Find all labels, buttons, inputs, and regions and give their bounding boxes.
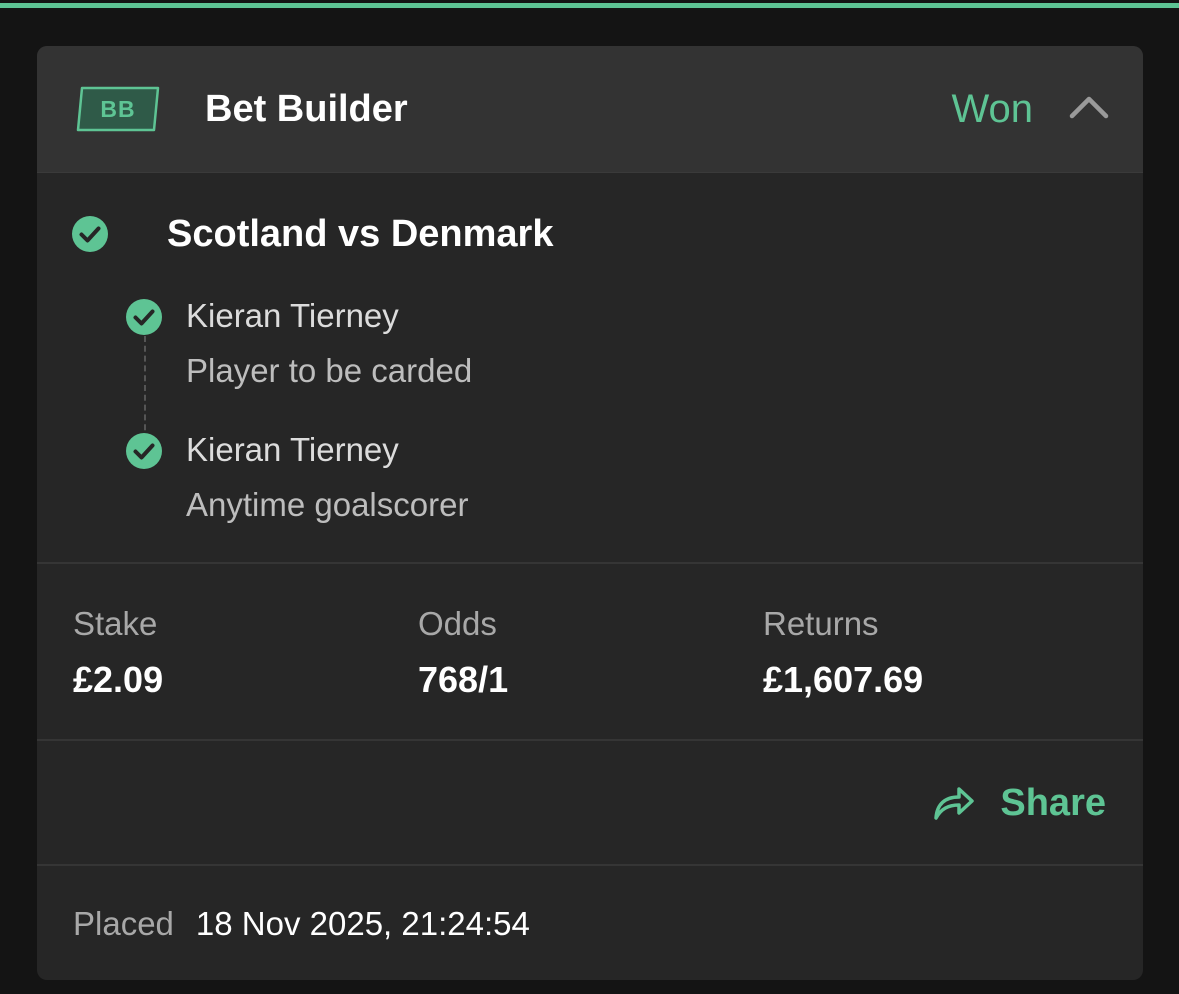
selection-market: Player to be carded bbox=[186, 352, 473, 389]
odds-label: Odds bbox=[418, 605, 497, 642]
top-bar bbox=[0, 0, 1179, 10]
bet-status: Won bbox=[951, 87, 1033, 131]
share-label: Share bbox=[1000, 782, 1106, 824]
divider bbox=[37, 562, 1143, 564]
odds-value: 768/1 bbox=[418, 659, 509, 700]
returns-label: Returns bbox=[763, 605, 879, 642]
bet-type-title: Bet Builder bbox=[205, 88, 408, 130]
placed-label: Placed bbox=[73, 905, 174, 942]
placed-timestamp: 18 Nov 2025, 21:24:54 bbox=[195, 905, 530, 942]
divider bbox=[37, 864, 1143, 866]
stake-stat: Stake £2.09 bbox=[73, 602, 393, 702]
share-arrow-icon bbox=[934, 787, 975, 820]
selection-market: Anytime goalscorer bbox=[186, 486, 469, 523]
selection-player: Kieran Tierney bbox=[186, 297, 399, 334]
bet-card: BB Bet Builder Won Scotland vs Denmark K… bbox=[37, 46, 1143, 980]
bet-builder-badge: BB bbox=[76, 86, 160, 132]
stake-label: Stake bbox=[73, 605, 158, 642]
top-accent-line bbox=[0, 3, 1179, 8]
check-circle-icon bbox=[126, 433, 162, 469]
event-title: Scotland vs Denmark bbox=[167, 213, 554, 255]
check-circle-icon bbox=[126, 299, 162, 335]
returns-stat: Returns £1,607.69 bbox=[763, 602, 1083, 702]
placed-row: Placed 18 Nov 2025, 21:24:54 bbox=[73, 902, 530, 946]
odds-stat: Odds 768/1 bbox=[418, 602, 738, 702]
returns-value: £1,607.69 bbox=[763, 659, 924, 700]
bet-card-header[interactable]: BB Bet Builder Won bbox=[37, 46, 1143, 173]
selection-leg: Kieran Tierney Anytime goalscorer bbox=[125, 428, 1025, 528]
selection-player: Kieran Tierney bbox=[186, 431, 399, 468]
stake-value: £2.09 bbox=[73, 659, 164, 700]
check-circle-icon bbox=[72, 216, 108, 252]
selection-leg: Kieran Tierney Player to be carded bbox=[125, 294, 1025, 394]
bet-builder-badge-label: BB bbox=[100, 96, 136, 122]
share-button[interactable]: Share bbox=[932, 779, 1106, 827]
chevron-up-icon[interactable] bbox=[1069, 92, 1109, 122]
divider bbox=[37, 739, 1143, 741]
